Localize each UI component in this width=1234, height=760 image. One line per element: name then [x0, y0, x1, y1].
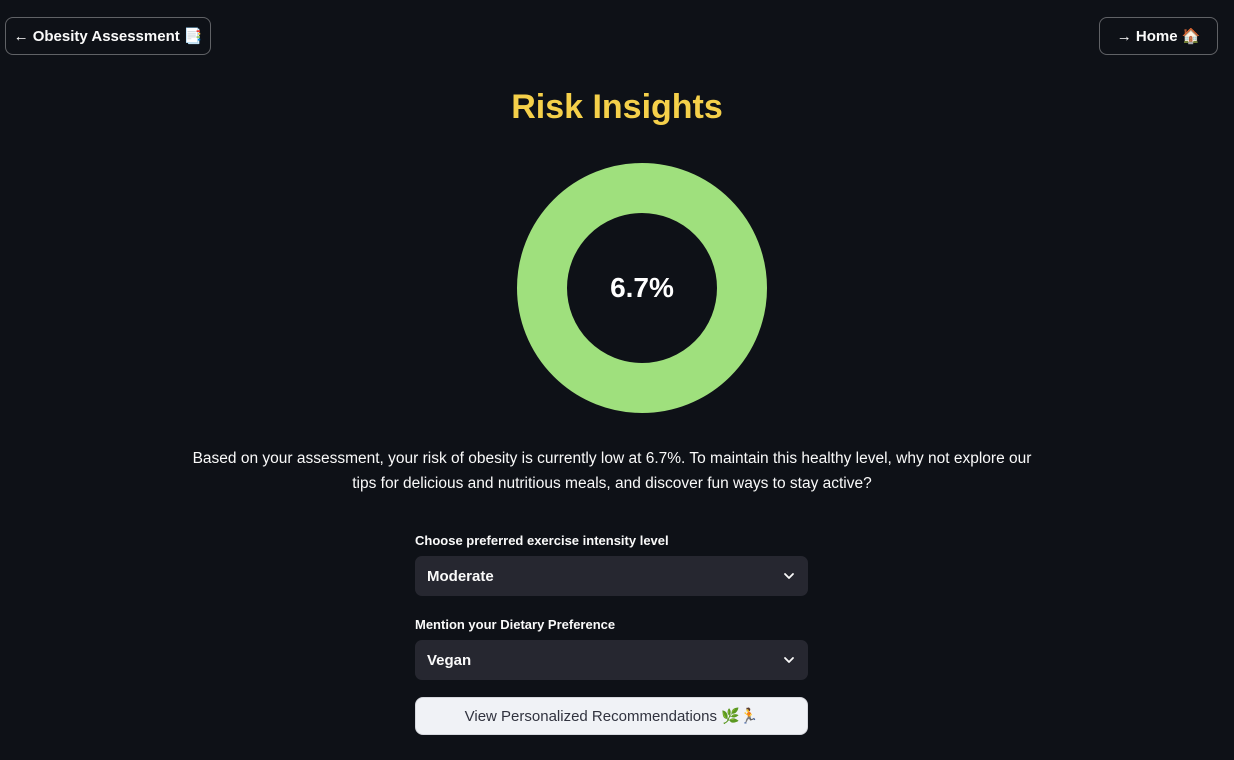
exercise-intensity-select[interactable]: Moderate — [415, 556, 808, 596]
chevron-down-icon — [782, 569, 796, 583]
dietary-preference-label: Mention your Dietary Preference — [415, 617, 616, 632]
recommendations-button-label: View Personalized Recommendations — [464, 707, 717, 725]
risk-description: Based on your assessment, your risk of o… — [192, 450, 1032, 492]
home-button[interactable]: → Home 🏠 — [1099, 17, 1218, 55]
bookmark-tabs-icon: 📑 — [183, 27, 203, 45]
risk-percentage: 6.7% — [610, 272, 674, 303]
back-to-assessment-button[interactable]: ← Obesity Assessment 📑 — [5, 17, 211, 55]
back-button-label: ← Obesity Assessment — [13, 27, 180, 45]
home-button-label: → Home — [1116, 27, 1178, 45]
dietary-preference-value: Vegan — [427, 651, 472, 669]
chevron-down-icon — [782, 653, 796, 667]
page-title: Risk Insights — [511, 88, 723, 126]
exercise-intensity-value: Moderate — [427, 567, 494, 585]
herb-runner-icon: 🌿🏃 — [721, 707, 759, 725]
risk-donut-chart: 6.7% — [517, 163, 767, 413]
risk-insights-page: ← Obesity Assessment 📑 → Home 🏠 Risk Ins… — [0, 0, 1234, 760]
dietary-preference-select[interactable]: Vegan — [415, 640, 808, 680]
house-icon: 🏠 — [1181, 27, 1201, 45]
exercise-intensity-label: Choose preferred exercise intensity leve… — [415, 533, 669, 548]
view-recommendations-button[interactable]: View Personalized Recommendations 🌿🏃 — [415, 697, 808, 735]
